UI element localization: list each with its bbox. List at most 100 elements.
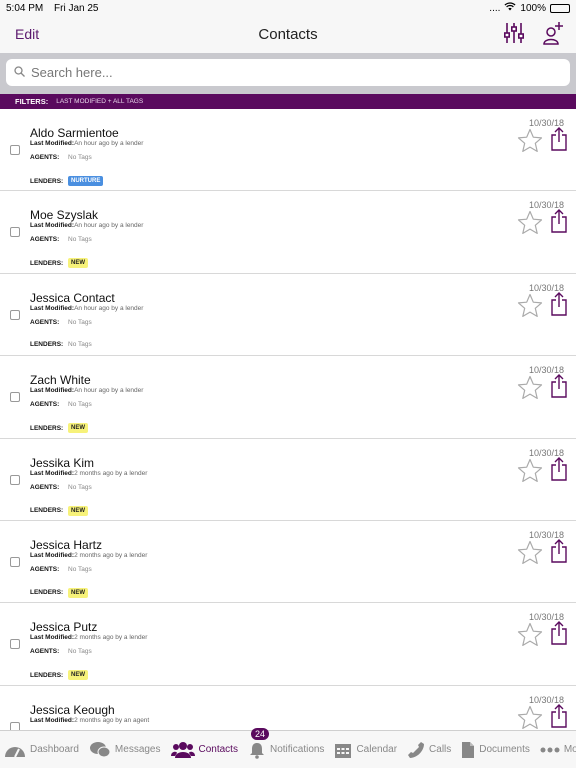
- contact-row[interactable]: Jessica Contact Last Modified:An hour ag…: [0, 274, 576, 357]
- agents-label: AGENTS:: [30, 483, 60, 491]
- contact-checkbox[interactable]: [10, 556, 20, 567]
- share-icon[interactable]: [550, 456, 568, 486]
- battery-percent: 100%: [520, 2, 546, 14]
- contact-list: Aldo Sarmientoe Last Modified:An hour ag…: [0, 109, 576, 730]
- agents-label: AGENTS:: [30, 318, 60, 326]
- star-icon[interactable]: [517, 540, 543, 570]
- tab-messages[interactable]: Messages: [89, 741, 161, 759]
- contact-checkbox[interactable]: [10, 145, 20, 155]
- last-modified-value: An hour ago by a lender: [74, 140, 144, 147]
- agents-value: No Tags: [68, 401, 92, 409]
- star-icon[interactable]: [517, 128, 543, 158]
- lenders-label: LENDERS:: [30, 177, 64, 185]
- tab-contacts[interactable]: Contacts: [170, 741, 238, 759]
- contact-row[interactable]: Jessika Kim Last Modified:2 months ago b…: [0, 439, 576, 521]
- tab-label: Calls: [429, 744, 452, 755]
- contact-row[interactable]: Jessica Keough Last Modified:2 months ag…: [0, 686, 576, 730]
- contact-checkbox[interactable]: [10, 392, 20, 403]
- status-bar: 5:04 PM Fri Jan 25 .... 100%: [0, 0, 576, 16]
- contact-name: Aldo Sarmientoe: [30, 126, 119, 140]
- agents-value: No Tags: [68, 318, 92, 326]
- tab-dashboard[interactable]: Dashboard: [4, 741, 79, 759]
- last-modified: Last Modified:An hour ago by a lender: [30, 387, 143, 394]
- calendar-icon: [335, 743, 352, 758]
- star-icon[interactable]: [517, 293, 543, 323]
- contact-checkbox[interactable]: [10, 474, 20, 485]
- contact-checkbox[interactable]: [10, 721, 20, 730]
- share-icon[interactable]: [550, 127, 568, 156]
- contact-name: Jessica Putz: [30, 620, 98, 635]
- last-modified-label: Last Modified:: [30, 304, 75, 312]
- bell-icon: [249, 742, 264, 759]
- contact-checkbox[interactable]: [10, 227, 20, 238]
- page-title: Contacts: [258, 26, 318, 43]
- add-contact-icon[interactable]: [542, 21, 564, 45]
- star-icon[interactable]: [517, 375, 543, 405]
- filter-bar[interactable]: FILTERS: LAST MODIFIED + ALL TAGS: [0, 94, 576, 109]
- tab-more[interactable]: More: [540, 744, 576, 755]
- agents-tags: AGENTS: No Tags: [30, 401, 92, 408]
- agents-tags: AGENTS: No Tags: [30, 648, 92, 655]
- tab-label: Messages: [114, 744, 161, 755]
- share-icon[interactable]: [550, 621, 568, 650]
- contact-row[interactable]: Jessica Putz Last Modified:2 months ago …: [0, 603, 576, 686]
- share-icon[interactable]: [550, 374, 568, 403]
- agents-value: No Tags: [68, 648, 92, 656]
- last-modified-label: Last Modified:: [30, 551, 75, 559]
- last-modified-value: 2 months ago by a lender: [74, 634, 148, 642]
- search-icon: [14, 64, 25, 82]
- agents-value: No Tags: [68, 483, 92, 491]
- filter-sliders-icon[interactable]: [504, 22, 524, 44]
- last-modified-label: Last Modified:: [30, 716, 75, 724]
- lenders-tags: LENDERS: NEW: [30, 258, 88, 269]
- last-modified-label: Last Modified:: [30, 469, 75, 477]
- star-icon[interactable]: [517, 210, 543, 240]
- tab-label: Documents: [479, 744, 530, 755]
- contact-row[interactable]: Zach White Last Modified:An hour ago by …: [0, 356, 576, 439]
- share-icon[interactable]: [550, 703, 568, 730]
- tab-notifications[interactable]: 24 Notifications: [248, 727, 324, 759]
- last-modified-value: An hour ago by a lender: [74, 387, 144, 395]
- search-box[interactable]: [6, 59, 570, 86]
- contact-row[interactable]: Aldo Sarmientoe Last Modified:An hour ag…: [0, 109, 576, 192]
- lenders-label: LENDERS:: [30, 259, 64, 267]
- contact-checkbox[interactable]: [10, 309, 20, 320]
- lenders-label: LENDERS:: [30, 589, 64, 597]
- star-icon[interactable]: [517, 458, 543, 488]
- lender-tag: No Tags: [68, 340, 92, 348]
- last-modified-label: Last Modified:: [30, 387, 75, 395]
- share-icon[interactable]: [550, 291, 568, 321]
- last-modified: Last Modified:2 months ago by an agent: [30, 717, 149, 724]
- more-icon: [540, 747, 560, 752]
- search-bar: [0, 53, 576, 94]
- lenders-label: LENDERS:: [30, 507, 64, 515]
- agents-label: AGENTS:: [30, 154, 60, 161]
- last-modified-label: Last Modified:: [30, 222, 75, 230]
- tab-label: More: [563, 744, 576, 755]
- star-icon[interactable]: [517, 622, 543, 652]
- lender-tag: NEW: [68, 670, 88, 681]
- contact-checkbox[interactable]: [10, 639, 20, 650]
- agents-tags: AGENTS: No Tags: [30, 236, 92, 243]
- contact-name: Jessica Keough: [30, 702, 115, 717]
- phone-icon: [408, 741, 425, 758]
- last-modified-label: Last Modified:: [30, 634, 75, 642]
- last-modified: Last Modified:An hour ago by a lender: [30, 222, 143, 229]
- tab-documents[interactable]: Documents: [461, 741, 530, 759]
- share-icon[interactable]: [550, 538, 568, 568]
- agents-tags: AGENTS: No Tags: [30, 154, 92, 161]
- search-input[interactable]: [31, 65, 531, 80]
- filter-value: LAST MODIFIED + ALL TAGS: [56, 98, 144, 105]
- contact-row[interactable]: Moe Szyslak Last Modified:An hour ago by…: [0, 191, 576, 274]
- last-modified: Last Modified:2 months ago by a lender: [30, 634, 147, 641]
- lenders-label: LENDERS:: [30, 424, 64, 432]
- lenders-tags: LENDERS: NEW: [30, 423, 88, 434]
- agents-label: AGENTS:: [30, 565, 60, 573]
- tab-calendar[interactable]: Calendar: [334, 741, 397, 759]
- contact-row[interactable]: Jessica Hartz Last Modified:2 months ago…: [0, 521, 576, 604]
- share-icon[interactable]: [550, 209, 568, 238]
- last-modified-value: An hour ago by a lender: [74, 222, 144, 230]
- tab-calls[interactable]: Calls: [407, 741, 451, 759]
- star-icon[interactable]: [517, 705, 543, 730]
- edit-button[interactable]: Edit: [15, 26, 39, 42]
